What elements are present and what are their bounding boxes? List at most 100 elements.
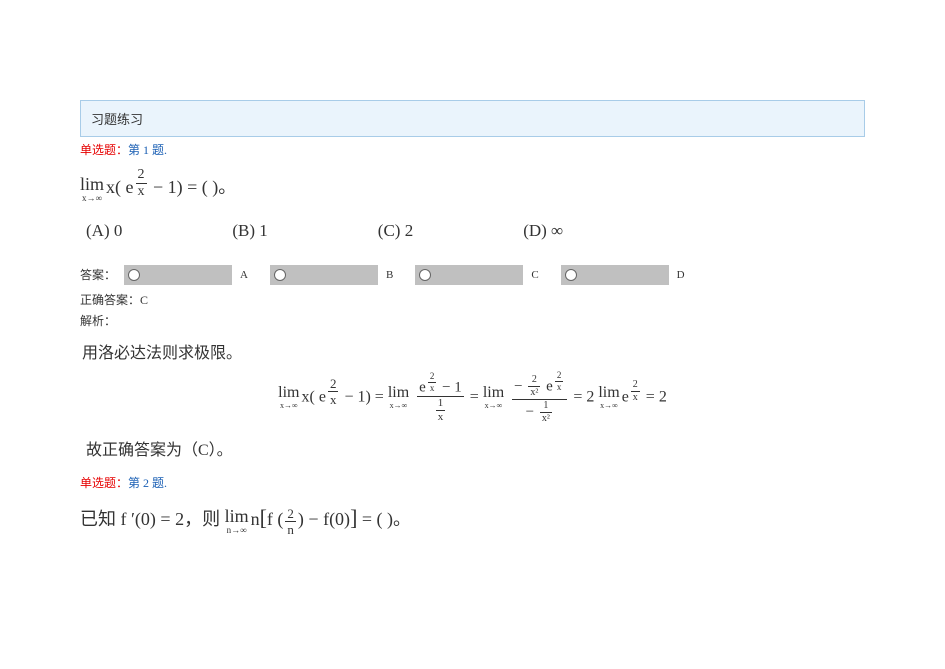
work-lim2: limx→∞ (388, 385, 409, 410)
q1-lim-top: lim (80, 175, 104, 193)
q1-number: 第 1 题. (128, 143, 167, 157)
wf2n: e2x − 1 (417, 372, 464, 397)
wf3na: − (514, 378, 526, 394)
work-lim3: limx→∞ (483, 385, 504, 410)
wp5: = 2 (642, 388, 667, 405)
q1-answer-row: 答案： A B C D (80, 265, 865, 285)
radio-c[interactable] (415, 265, 523, 285)
q1-exp-num: 2 (136, 168, 147, 184)
wp4ef: 2x (631, 380, 640, 403)
q1-lim-sub: x→∞ (80, 194, 104, 203)
q1-option-a: (A) 0 (86, 221, 122, 241)
radio-d[interactable] (561, 265, 669, 285)
q2-stem: 已知 f ′(0) = 2，则 limn→∞n[f (2n) − f(0)] =… (80, 505, 865, 535)
q2-type-label: 单选题： (80, 476, 128, 490)
q2lt: lim (225, 507, 249, 525)
radio-b-label: B (386, 269, 393, 281)
q1-exp-frac: 2x (136, 168, 147, 199)
wf3nf: 2x² (528, 375, 540, 398)
q1-option-c: (C) 2 (378, 221, 413, 241)
q2t: = ( )。 (357, 509, 411, 529)
q1-explain-text: 用洛必达法则求极限。 (82, 339, 865, 363)
header-title: 习题练习 (91, 112, 143, 127)
wl3b: x→∞ (483, 402, 504, 410)
wl2b: x→∞ (388, 402, 409, 410)
radio-icon (565, 269, 577, 281)
page: 习题练习 单选题：第 1 题. lim x→∞ x( e2x − 1) = ( … (0, 0, 945, 536)
q2-lim: limn→∞ (225, 507, 249, 535)
wf3ned: x (555, 382, 564, 392)
q2bo: [ (260, 505, 267, 530)
q2lb: n→∞ (225, 526, 249, 535)
radio-icon (274, 269, 286, 281)
radio-d-label: D (677, 269, 685, 281)
wp4ed: x (631, 392, 640, 403)
q2a: 已知 f ′(0) = 2，则 (80, 509, 220, 529)
wf2ned: x (428, 383, 437, 393)
q2m: − f(0) (304, 509, 350, 529)
wf3dfd: x² (540, 413, 552, 424)
wl4t: lim (598, 385, 619, 401)
we1n: 2 (328, 377, 339, 392)
radio-icon (419, 269, 431, 281)
q2-frac: 2n (285, 507, 296, 536)
radio-a[interactable] (124, 265, 232, 285)
work-frac3: − 2x² e2x − 1x² (512, 371, 567, 424)
radio-icon (128, 269, 140, 281)
q2-number: 第 2 题. (128, 476, 167, 490)
wp1b: − 1) = (340, 388, 387, 405)
wp4: = 2 (573, 388, 598, 405)
wf3dfn: 1 (540, 401, 552, 413)
radio-c-label: C (531, 269, 538, 281)
q1-stem: lim x→∞ x( e2x − 1) = ( )。 (80, 168, 865, 203)
wf3nfn: 2 (528, 375, 540, 387)
q1-option-d: (D) ∞ (523, 221, 563, 241)
q1-body-b: − 1) = ( )。 (149, 177, 237, 197)
work-frac2: e2x − 1 1x (417, 372, 464, 423)
q1-options: (A) 0 (B) 1 (C) 2 (D) ∞ (86, 221, 865, 241)
wf3nen: 2 (555, 371, 564, 382)
q1-lim: lim x→∞ (80, 175, 104, 203)
wl2t: lim (388, 385, 409, 401)
q1-type-label: 单选题： (80, 143, 128, 157)
q2fn: 2 (285, 507, 296, 522)
wf2ne: 2x (428, 372, 437, 393)
wf3d: − 1x² (512, 400, 567, 424)
wp1a: x( e (302, 388, 326, 405)
q1-analysis-label: 解析： (80, 312, 865, 329)
header-box: 习题练习 (80, 100, 865, 137)
work-lim1: limx→∞ (278, 385, 299, 410)
q2fo: f ( (267, 509, 284, 529)
q1-body-a: x( e (106, 177, 133, 197)
answer-label: 答案： (80, 266, 116, 283)
wf3ne: 2x (555, 371, 564, 392)
wf2dd: x (436, 411, 446, 423)
radio-a-label: A (240, 269, 248, 281)
wf2df: 1x (436, 398, 446, 423)
wf2nen: 2 (428, 372, 437, 383)
radio-b[interactable] (270, 265, 378, 285)
weq2: = (470, 388, 483, 405)
wl1b: x→∞ (278, 402, 299, 410)
wp4e: e (622, 388, 629, 405)
wl4b: x→∞ (598, 402, 619, 410)
wf3da: − (526, 404, 538, 420)
we1d: x (328, 392, 339, 406)
q1-work: limx→∞x( e2x − 1) = limx→∞ e2x − 1 1x = … (80, 371, 865, 424)
q1-correct: 正确答案：C (80, 291, 865, 308)
q2fd: n (285, 522, 296, 536)
wf3df: 1x² (540, 401, 552, 424)
q2-heading: 单选题：第 2 题. (80, 474, 865, 491)
q1-heading: 单选题：第 1 题. (80, 141, 865, 158)
q1-option-b: (B) 1 (232, 221, 267, 241)
wf3nfd: x² (528, 387, 540, 398)
wp4en: 2 (631, 380, 640, 392)
work-lim4: limx→∞ (598, 385, 619, 410)
wf2dn: 1 (436, 398, 446, 411)
wexp1: 2x (328, 377, 339, 406)
wl1t: lim (278, 385, 299, 401)
wf3nb: e (542, 378, 552, 394)
wf2d: 1x (417, 397, 464, 423)
wf3n: − 2x² e2x (512, 371, 567, 400)
wl3t: lim (483, 385, 504, 401)
